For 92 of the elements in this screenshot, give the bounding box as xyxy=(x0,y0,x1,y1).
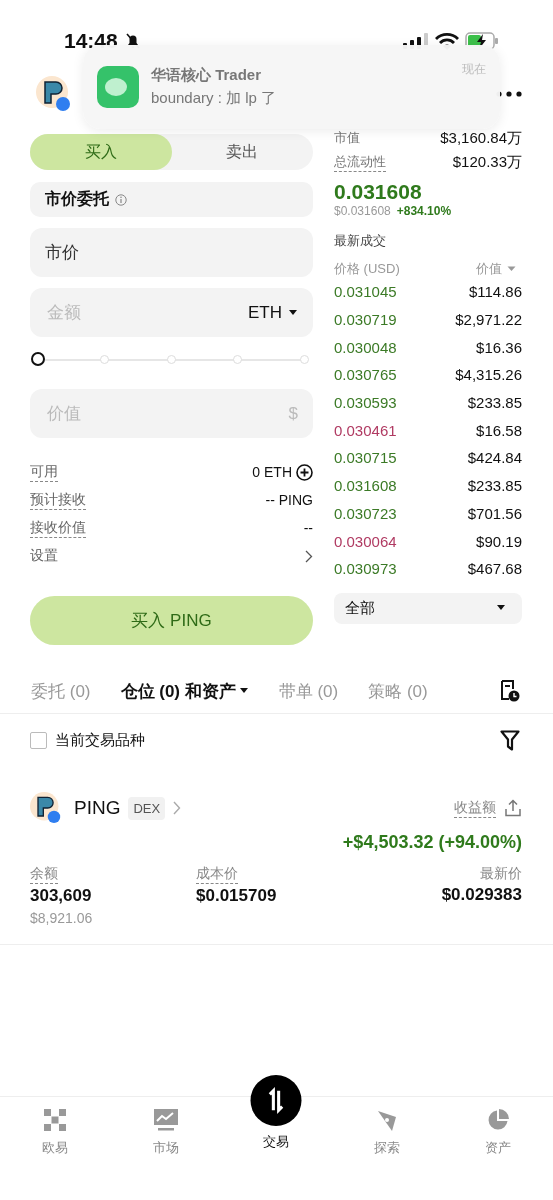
trade-price: 0.030765 xyxy=(334,366,397,384)
trade-price: 0.030461 xyxy=(334,421,397,439)
trade-value: $233.85 xyxy=(467,394,522,412)
last-price: 0.031608 xyxy=(334,180,423,204)
info-label: 接收价值 xyxy=(30,518,86,538)
checkbox[interactable] xyxy=(30,731,47,749)
field-subvalue: $8,921.06 xyxy=(30,910,93,926)
info-value: -- PING xyxy=(265,492,313,508)
field-value: 303,609 xyxy=(30,886,92,906)
order-type-selector[interactable]: 市价委托 xyxy=(30,182,313,217)
positions-tab[interactable]: 带单 (0) xyxy=(278,679,339,703)
field-value: $0.029383 xyxy=(441,885,522,905)
trade-price: 0.030719 xyxy=(334,311,397,329)
nav-tab[interactable]: 交易 xyxy=(221,1075,332,1151)
currency-selector[interactable]: ETH xyxy=(248,302,298,323)
token-logo-icon xyxy=(30,792,62,824)
trade-value: $16.58 xyxy=(476,421,522,439)
caret-icon[interactable] xyxy=(507,266,516,272)
trade-value: $233.85 xyxy=(467,477,522,495)
trade-value: $4,315.26 xyxy=(455,366,522,384)
document-clock-icon[interactable] xyxy=(500,680,520,702)
trade-filter-dropdown[interactable]: 全部 xyxy=(334,592,522,624)
info-value: -- xyxy=(303,520,313,536)
trade-price: 0.030593 xyxy=(334,394,397,412)
trade-value: $2,971.22 xyxy=(455,311,522,329)
caret-icon xyxy=(238,688,249,694)
checker-icon xyxy=(44,1109,67,1131)
nav-tab[interactable]: 探索 xyxy=(331,1097,443,1173)
share-icon[interactable] xyxy=(504,799,522,817)
trade-price: 0.030723 xyxy=(334,504,397,522)
notification-app: 华语核心 Trader xyxy=(151,66,263,85)
positions-tab[interactable]: 仓位 (0) 和资产 xyxy=(120,679,249,703)
add-icon[interactable] xyxy=(296,463,313,481)
nav-tab[interactable]: 欧易 xyxy=(0,1097,111,1173)
trade-price: 0.030064 xyxy=(334,532,397,550)
field-label: 余额 xyxy=(30,865,58,884)
side-tab[interactable]: 买入 xyxy=(30,134,172,170)
positions-tab[interactable]: 策略 (0) xyxy=(368,679,428,703)
filter-icon[interactable] xyxy=(500,729,520,751)
stat-value: $120.33万 xyxy=(452,152,522,172)
chat-app-icon xyxy=(97,66,139,108)
compass-icon xyxy=(376,1109,399,1131)
token-symbol[interactable]: PING xyxy=(74,797,121,819)
nav-tab[interactable]: 市场 xyxy=(110,1097,222,1173)
value-input[interactable]: 价值 xyxy=(45,402,289,425)
field-label: 最新价 xyxy=(480,865,522,883)
notification-time: 现在 xyxy=(462,61,486,78)
side-tab[interactable]: 卖出 xyxy=(171,134,313,170)
trade-price: 0.031608 xyxy=(334,477,397,495)
amount-input[interactable]: 金额 xyxy=(45,301,248,324)
trade-value: $16.36 xyxy=(476,338,522,356)
trade-price: 0.030048 xyxy=(334,338,397,356)
info-label: 可用 xyxy=(30,462,58,482)
caret-icon xyxy=(496,605,506,612)
notification-message: boundary : 加 lp 了 xyxy=(151,89,278,108)
info-value: 0 ETH xyxy=(252,464,292,480)
field-value: $0.015709 xyxy=(196,886,277,906)
trade-value: $424.84 xyxy=(467,449,522,467)
trade-value: $701.56 xyxy=(467,504,522,522)
token-logo-icon xyxy=(36,76,72,112)
dex-badge: DEX xyxy=(128,796,166,820)
nav-tab[interactable]: 资产 xyxy=(442,1097,553,1173)
trade-price: 0.030973 xyxy=(334,560,397,578)
price-field[interactable]: 市价 xyxy=(30,228,313,277)
stat-label: 市值 xyxy=(334,129,360,147)
usd-price: $0.031608 xyxy=(334,204,391,218)
pie-chart-icon xyxy=(486,1109,509,1131)
caret-icon xyxy=(288,309,298,316)
info-icon[interactable] xyxy=(115,193,127,206)
column-header[interactable]: 价值 xyxy=(476,260,502,278)
stat-label: 总流动性 xyxy=(334,152,386,172)
price-change: +834.10% xyxy=(396,204,452,218)
checkbox-label: 当前交易品种 xyxy=(55,730,145,750)
buy-button[interactable]: 买入 PING xyxy=(30,596,313,645)
info-label: 预计接收 xyxy=(30,490,86,510)
trade-value: $114.86 xyxy=(468,283,522,301)
chevron-right-icon[interactable] xyxy=(305,549,313,563)
trade-price: 0.030715 xyxy=(334,449,397,467)
trade-value: $90.19 xyxy=(476,532,522,550)
trade-value: $467.68 xyxy=(467,560,522,578)
stat-value: $3,160.84万 xyxy=(440,128,522,148)
info-label: 设置 xyxy=(30,547,58,565)
chart-monitor-icon xyxy=(153,1109,178,1131)
currency-unit: $ xyxy=(288,403,298,424)
trades-title: 最新成交 xyxy=(334,232,387,250)
field-label: 成本价 xyxy=(196,865,238,884)
column-header: 价格 (USD) xyxy=(334,260,400,278)
amount-field[interactable]: 金额 ETH xyxy=(30,288,313,337)
pnl-value: +$4,503.32 (+94.00%) xyxy=(342,832,522,853)
positions-tab[interactable]: 委托 (0) xyxy=(31,679,91,703)
trade-price: 0.031045 xyxy=(334,283,397,301)
pnl-label: 收益额 xyxy=(454,798,496,818)
